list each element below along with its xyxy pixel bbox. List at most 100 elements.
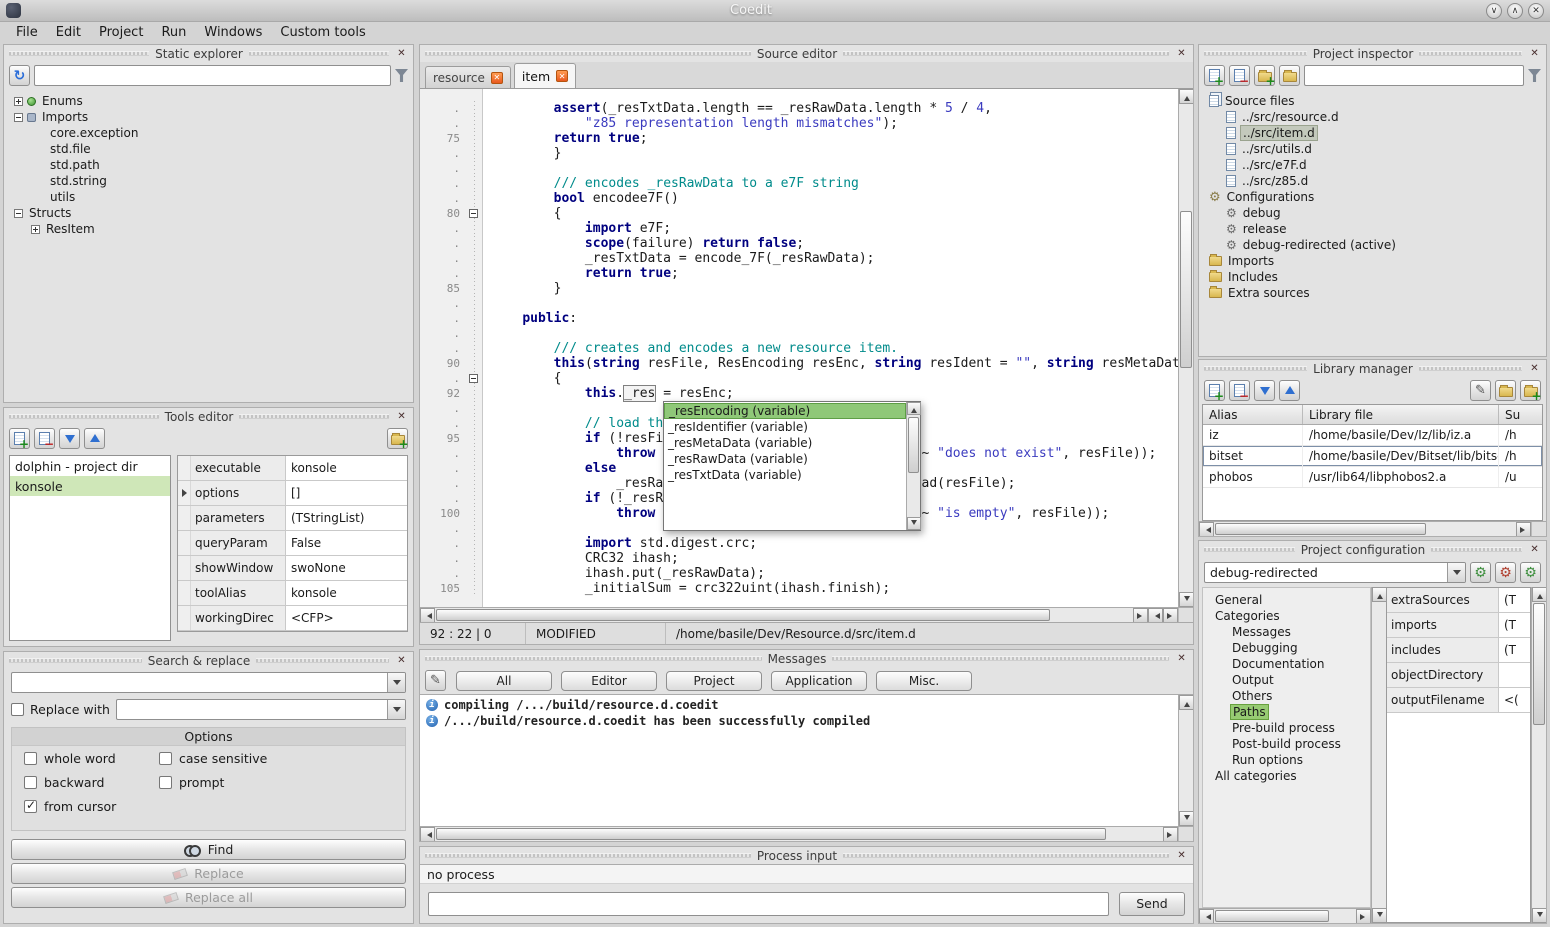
code-line[interactable]: . import std.digest.crc; <box>420 536 1178 551</box>
scroll-thumb[interactable] <box>1215 523 1426 535</box>
edit-alias-button[interactable] <box>1470 380 1491 401</box>
categories-horizontal-scrollbar[interactable] <box>1199 908 1371 923</box>
filter-project[interactable]: Project <box>666 671 762 691</box>
menu-item-project[interactable]: Project <box>91 23 151 42</box>
checkbox[interactable] <box>24 776 37 789</box>
select-sources-button[interactable] <box>1520 380 1541 401</box>
tab-close-icon[interactable] <box>556 70 568 82</box>
message-item[interactable]: /.../build/resource.d.coedit has been su… <box>422 713 1176 729</box>
tree-item[interactable]: Configurations <box>1205 189 1544 205</box>
option-prompt[interactable]: prompt <box>159 775 405 790</box>
property-row[interactable]: workingDirec<CFP> <box>178 606 407 631</box>
property-value[interactable]: swoNone <box>286 556 407 580</box>
scroll-thumb[interactable] <box>908 417 919 473</box>
move-tool-down-button[interactable] <box>59 428 80 449</box>
filter-misc[interactable]: Misc. <box>876 671 972 691</box>
tree-item[interactable]: Structs <box>10 205 411 221</box>
add-configuration-button[interactable] <box>1470 562 1491 583</box>
scroll-down-button[interactable] <box>907 517 921 530</box>
scroll-track[interactable] <box>1179 104 1193 592</box>
code-line[interactable]: . { <box>420 371 1178 386</box>
tree-item[interactable]: Categories <box>1209 608 1368 624</box>
close-icon[interactable] <box>395 410 408 423</box>
tree-item[interactable]: Output <box>1209 672 1368 688</box>
tree-item[interactable]: Enums <box>10 93 411 109</box>
remove-configuration-button[interactable] <box>1495 562 1516 583</box>
scroll-down-button[interactable] <box>1179 592 1193 607</box>
tree-item[interactable]: Others <box>1209 688 1368 704</box>
tree-item[interactable]: Documentation <box>1209 656 1368 672</box>
library-row[interactable]: bitset/home/basile/Dev/Bitset/lib/bitse/… <box>1203 446 1542 467</box>
code-line[interactable]: . return true; <box>420 266 1178 281</box>
completion-item[interactable]: _resTxtData (variable) <box>664 467 906 483</box>
property-row[interactable]: objectDirectory <box>1387 663 1530 688</box>
tree-item[interactable]: core.exception <box>10 125 411 141</box>
code-line[interactable]: 80 { <box>420 206 1178 221</box>
remove-library-button[interactable] <box>1229 380 1250 401</box>
property-value[interactable]: (T <box>1499 638 1530 662</box>
shade-button[interactable] <box>1486 3 1502 19</box>
move-library-up-button[interactable] <box>1279 380 1300 401</box>
close-icon[interactable] <box>1528 543 1541 556</box>
close-button[interactable] <box>1528 3 1544 19</box>
close-icon[interactable] <box>1528 47 1541 60</box>
close-icon[interactable] <box>1175 47 1188 60</box>
filter-application[interactable]: Application <box>771 671 867 691</box>
tree-item[interactable]: Imports <box>10 109 411 125</box>
scroll-track[interactable] <box>435 608 1133 622</box>
search-term-combo[interactable] <box>11 672 406 693</box>
completion-item[interactable]: _resEncoding (variable) <box>664 403 906 419</box>
code-line[interactable]: . scope(failure) return false; <box>420 236 1178 251</box>
replace-with-combo[interactable] <box>116 699 406 720</box>
library-column-header[interactable]: Library file <box>1303 405 1499 424</box>
property-value[interactable] <box>1499 663 1530 687</box>
scroll-right-button[interactable] <box>1163 827 1178 842</box>
editor-vertical-scrollbar[interactable] <box>1178 89 1193 607</box>
filter-editor[interactable]: Editor <box>561 671 657 691</box>
scroll-up-button[interactable] <box>1179 695 1193 710</box>
scroll-track[interactable] <box>1214 909 1356 923</box>
grid-vertical-scrollbar[interactable] <box>1531 587 1546 923</box>
code-line[interactable]: 105 _initialSum = crc322uint(ihash.finis… <box>420 581 1178 596</box>
code-line[interactable]: . CRC32 ihash; <box>420 551 1178 566</box>
scroll-down-button[interactable] <box>1532 908 1546 923</box>
messages-vertical-scrollbar[interactable] <box>1178 695 1193 826</box>
scroll-thumb[interactable] <box>1180 211 1192 367</box>
property-value[interactable]: False <box>286 531 407 555</box>
tree-item[interactable]: Includes <box>1205 269 1544 285</box>
close-icon[interactable] <box>1175 652 1188 665</box>
tree-item[interactable]: All categories <box>1209 768 1368 784</box>
scroll-right-button[interactable] <box>1356 909 1371 923</box>
scroll-left-button[interactable] <box>1199 909 1214 923</box>
completion-item[interactable]: _resRawData (variable) <box>664 451 906 467</box>
scroll-left-button[interactable] <box>420 608 435 623</box>
expander-plus-icon[interactable] <box>14 97 23 106</box>
symbol-filter-input[interactable] <box>34 65 391 86</box>
tree-item[interactable]: Imports <box>1205 253 1544 269</box>
dropdown-button[interactable] <box>387 700 405 719</box>
scroll-right-button[interactable] <box>1516 522 1531 537</box>
tool-list-item[interactable]: dolphin - project dir <box>10 456 170 476</box>
replace-with-checkbox[interactable] <box>11 703 24 716</box>
scroll-down-button[interactable] <box>1372 908 1387 923</box>
property-value[interactable]: (TStringList) <box>286 506 407 530</box>
fold-marker-icon[interactable] <box>469 374 478 383</box>
property-value[interactable]: konsole <box>286 581 407 605</box>
dropdown-button[interactable] <box>387 673 405 692</box>
library-row[interactable]: phobos/usr/lib64/libphobos2.a/u <box>1203 467 1542 488</box>
tree-item[interactable]: Run options <box>1209 752 1368 768</box>
close-icon[interactable] <box>395 654 408 667</box>
code-line[interactable]: . ihash.put(_resRawData); <box>420 566 1178 581</box>
find-button[interactable]: Find <box>11 839 406 860</box>
tab-item[interactable]: item <box>514 63 576 88</box>
property-value[interactable]: (T <box>1499 588 1530 612</box>
scroll-left-page-button[interactable] <box>1148 608 1163 623</box>
tree-item[interactable]: ../src/e7F.d <box>1205 157 1544 173</box>
message-item[interactable]: compiling /.../build/resource.d.coedit <box>422 697 1176 713</box>
scroll-left-button[interactable] <box>420 827 435 842</box>
scroll-thumb[interactable] <box>436 609 1050 621</box>
library-horizontal-scrollbar[interactable] <box>1199 521 1546 536</box>
code-line[interactable]: . _resTxtData = encode_7F(_resRawData); <box>420 251 1178 266</box>
code-line[interactable]: 85 } <box>420 281 1178 296</box>
scroll-up-button[interactable] <box>1179 89 1193 104</box>
